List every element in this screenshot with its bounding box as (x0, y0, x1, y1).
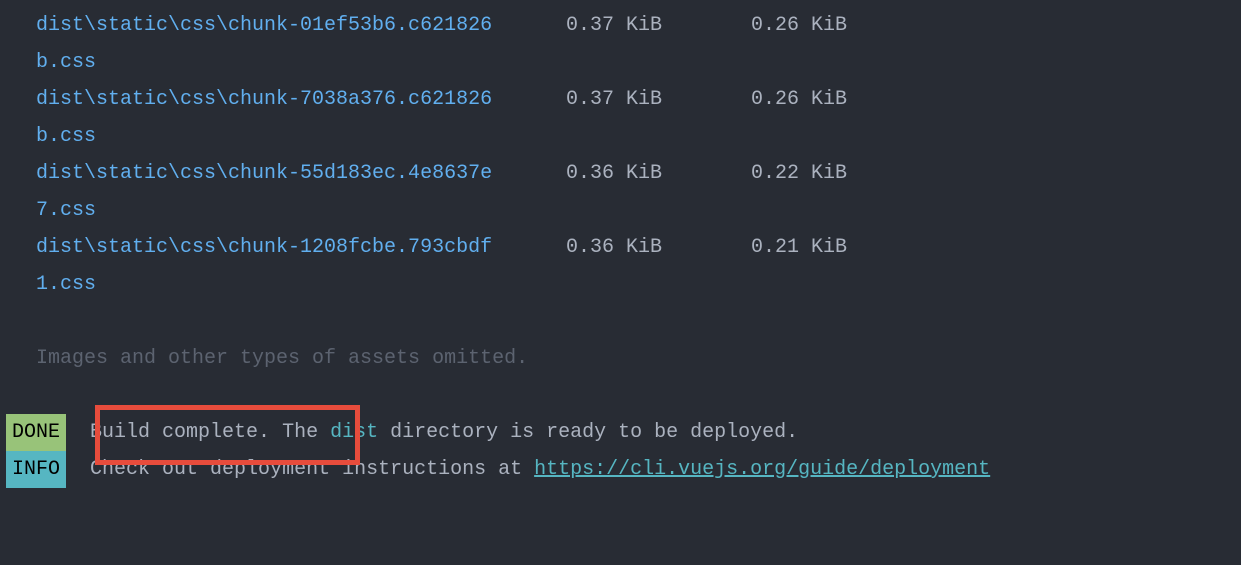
done-line: DONE Build complete. The dist directory … (6, 414, 1241, 451)
file-row: dist\static\css\chunk-55d183ec.4e8637e 0… (36, 155, 1241, 192)
file-wrap: b.css (36, 118, 1241, 155)
file-size-1: 0.36 KiB (566, 229, 751, 266)
done-badge: DONE (6, 414, 66, 451)
file-size-1: 0.37 KiB (566, 7, 751, 44)
file-size-1: 0.37 KiB (566, 81, 751, 118)
assets-omitted: Images and other types of assets omitted… (36, 340, 1241, 377)
build-complete: Build complete. (90, 414, 270, 451)
file-path: dist\static\css\chunk-7038a376.c621826 (36, 81, 566, 118)
file-size-1: 0.36 KiB (566, 155, 751, 192)
file-size-2: 0.21 KiB (751, 229, 847, 266)
file-wrap: b.css (36, 44, 1241, 81)
terminal-output: 4.css dist\static\css\chunk-01ef53b6.c62… (36, 0, 1241, 488)
file-row: dist\static\css\chunk-01ef53b6.c621826 0… (36, 7, 1241, 44)
file-path: dist\static\css\chunk-55d183ec.4e8637e (36, 155, 566, 192)
dist-keyword: dist (330, 414, 378, 451)
file-path: dist\static\css\chunk-1208fcbe.793cbdf (36, 229, 566, 266)
file-row: dist\static\css\chunk-7038a376.c621826 0… (36, 81, 1241, 118)
file-wrap: 7.css (36, 192, 1241, 229)
file-size-2: 0.26 KiB (751, 81, 847, 118)
ready-text-2: directory is ready to be deployed. (378, 414, 798, 451)
ready-text-1: The (282, 414, 330, 451)
file-row: dist\static\css\chunk-1208fcbe.793cbdf 0… (36, 229, 1241, 266)
file-wrap: 1.css (36, 266, 1241, 303)
file-size-2: 0.26 KiB (751, 7, 847, 44)
info-line: INFO Check out deployment instructions a… (6, 451, 1241, 488)
file-path-partial: 4.css (36, 0, 1241, 7)
file-path: dist\static\css\chunk-01ef53b6.c621826 (36, 7, 566, 44)
info-text: Check out deployment instructions at (90, 451, 534, 488)
info-badge: INFO (6, 451, 66, 488)
file-size-2: 0.22 KiB (751, 155, 847, 192)
deployment-link[interactable]: https://cli.vuejs.org/guide/deployment (534, 451, 990, 488)
